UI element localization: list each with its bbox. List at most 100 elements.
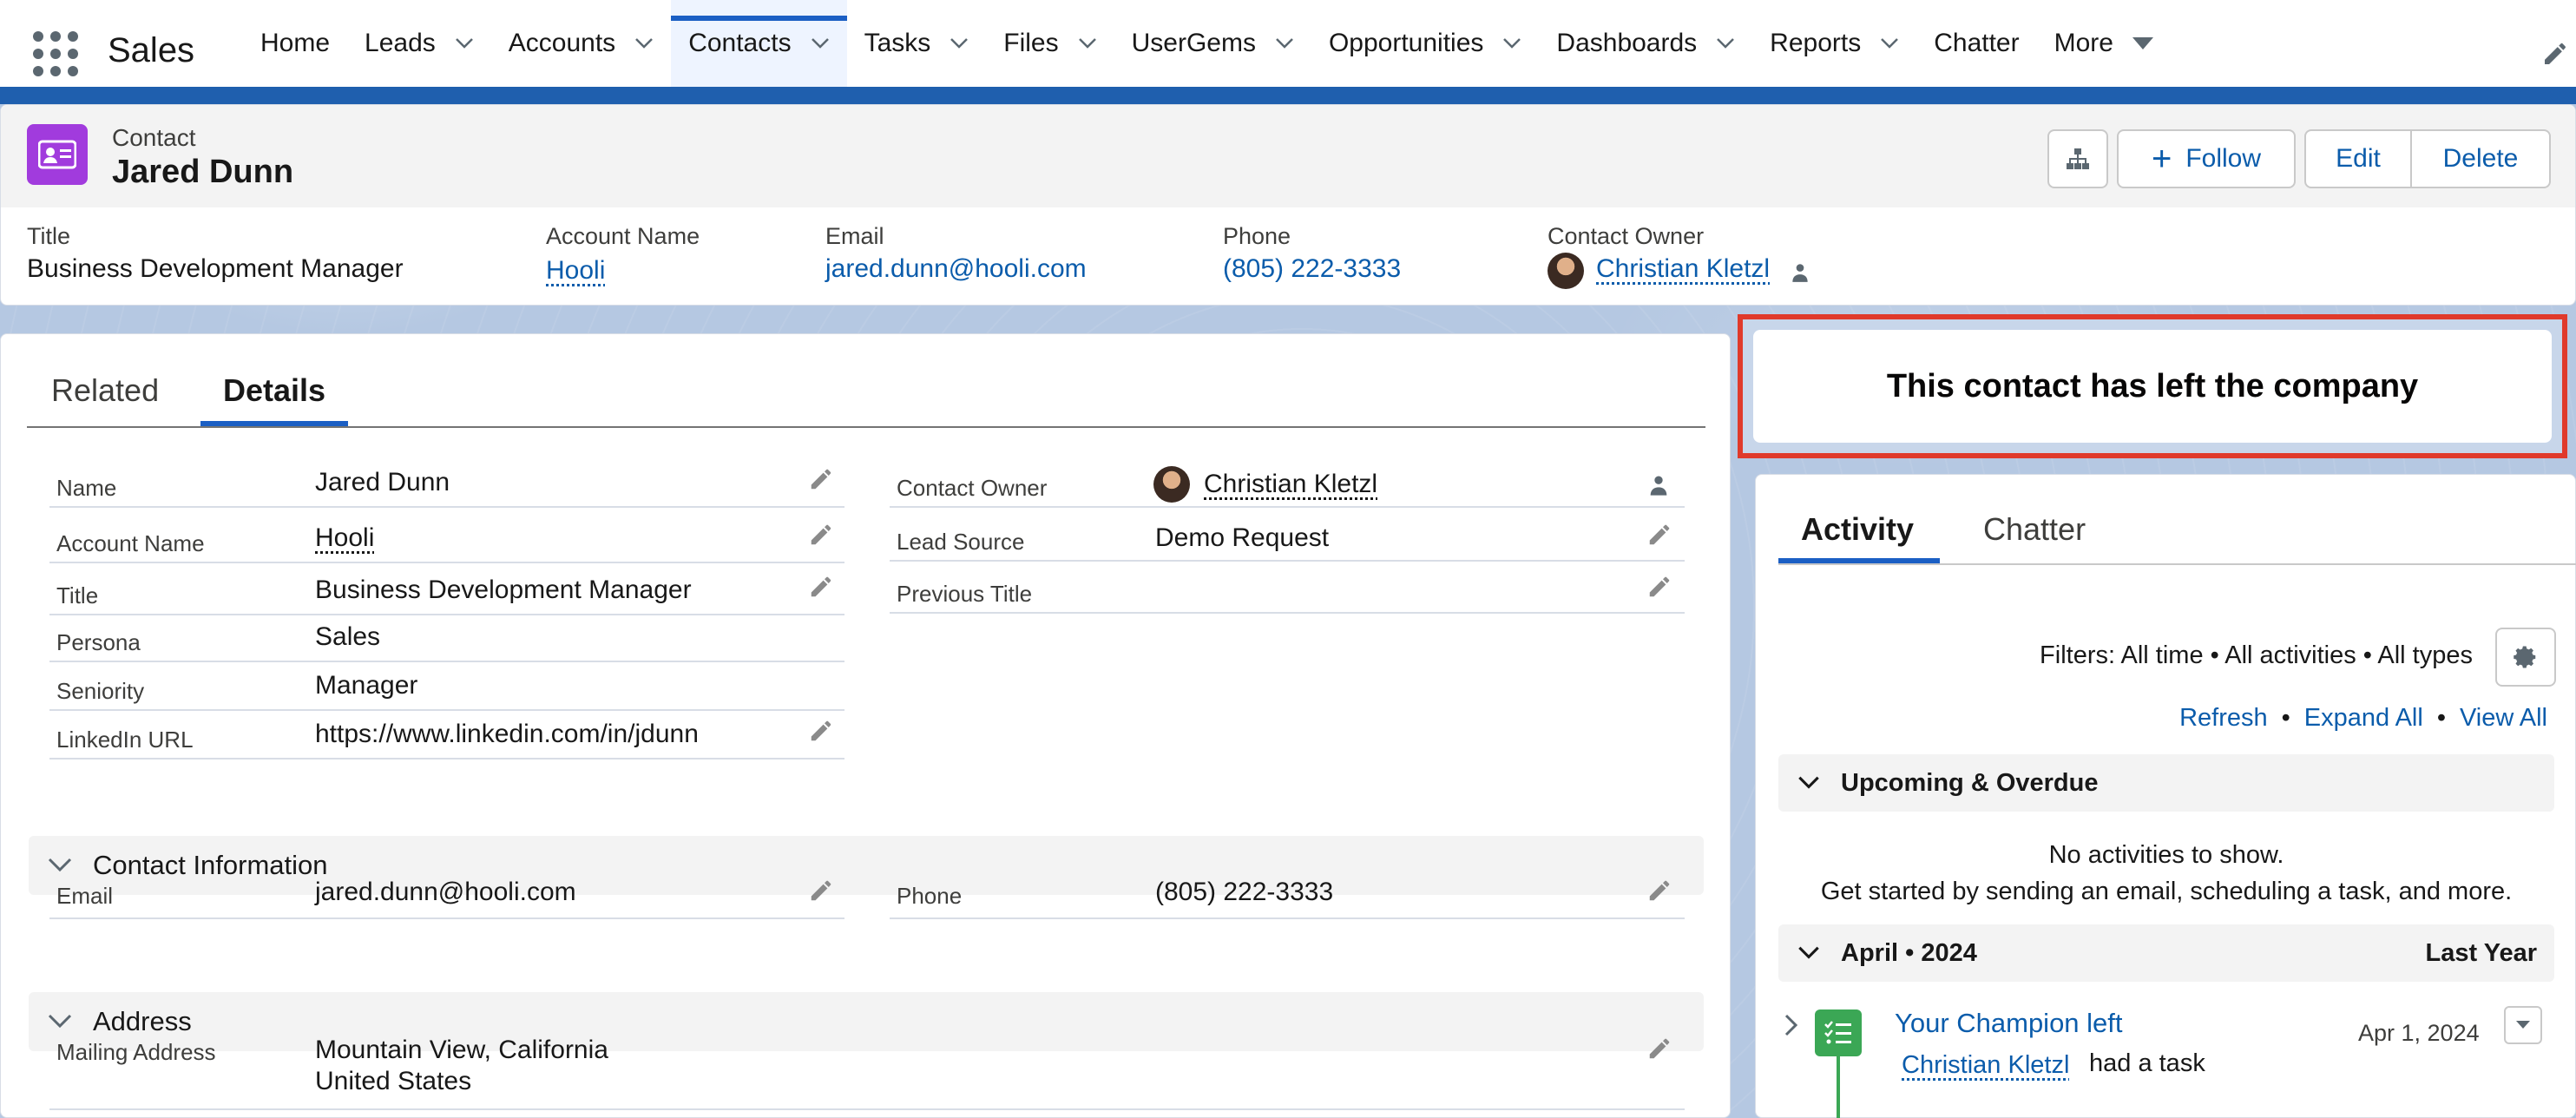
- caret-down-icon[interactable]: [2132, 37, 2153, 49]
- edit-lead-source-icon[interactable]: [1646, 522, 1672, 548]
- mailing-address-line1[interactable]: Mountain View, California: [315, 1036, 608, 1065]
- nav-tab-chatter[interactable]: Chatter: [1916, 0, 2036, 87]
- refresh-link[interactable]: Refresh: [2179, 704, 2268, 732]
- edit-previous-title-icon[interactable]: [1646, 574, 1672, 600]
- nav-tab-dashboards[interactable]: Dashboards: [1539, 0, 1752, 87]
- tab-divider: [27, 426, 1705, 428]
- edit-title-icon[interactable]: [808, 574, 834, 600]
- activity-links: Refresh • Expand All • View All: [2179, 704, 2547, 732]
- field-label-mailing-address: Mailing Address: [56, 1039, 216, 1065]
- nav-tab-more[interactable]: More: [2037, 0, 2171, 87]
- hierarchy-button[interactable]: [2047, 129, 2108, 188]
- field-value-title: Business Development Manager: [315, 575, 692, 604]
- field-value-email[interactable]: jared.dunn@hooli.com: [315, 878, 576, 907]
- header-owner-label: Contact Owner: [1548, 223, 1705, 249]
- follow-button[interactable]: + Follow: [2117, 129, 2296, 188]
- chevron-down-icon[interactable]: [1502, 34, 1521, 53]
- delete-button[interactable]: Delete: [2410, 129, 2551, 188]
- nav-tab-contacts[interactable]: Contacts: [671, 0, 847, 87]
- section-upcoming-overdue[interactable]: Upcoming & Overdue: [1778, 754, 2554, 812]
- tab-chatter[interactable]: Chatter: [1983, 511, 2086, 548]
- chevron-down-icon: [48, 1014, 72, 1029]
- activity-item-menu-button[interactable]: [2504, 1006, 2542, 1044]
- nav-tab-opportunities[interactable]: Opportunities: [1311, 0, 1539, 87]
- edit-address-icon[interactable]: [1646, 1036, 1672, 1062]
- tab-activity[interactable]: Activity: [1801, 511, 1914, 548]
- activity-item-title[interactable]: Your Champion left: [1895, 1008, 2123, 1039]
- row-divider: [49, 1108, 1685, 1110]
- field-label-previous-title: Previous Title: [897, 581, 1033, 607]
- edit-linkedin-url-icon[interactable]: [808, 718, 834, 744]
- field-value-seniority: Manager: [315, 671, 418, 700]
- nav-accent-strip: [0, 87, 2576, 104]
- view-all-link[interactable]: View All: [2460, 704, 2547, 732]
- section-april-2024[interactable]: April • 2024 Last Year: [1778, 924, 2554, 982]
- section-contact-information[interactable]: Contact Information: [29, 836, 1704, 895]
- tab-details[interactable]: Details: [223, 372, 325, 409]
- chevron-down-icon: [1798, 946, 1819, 959]
- chevron-down-icon[interactable]: [1275, 34, 1294, 53]
- header-phone-link[interactable]: (805) 222-3333: [1223, 254, 1401, 284]
- no-activities-text: No activities to show.: [2048, 841, 2284, 869]
- header-title-label: Title: [27, 223, 71, 249]
- row-divider: [49, 758, 844, 760]
- nav-tab-leads[interactable]: Leads: [347, 0, 491, 87]
- mailing-address-line2[interactable]: United States: [315, 1067, 471, 1096]
- get-started-text: Get started by sending an email, schedul…: [1820, 878, 2513, 905]
- field-value-contact-owner[interactable]: Christian Kletzl: [1204, 470, 1377, 499]
- tab-related[interactable]: Related: [51, 372, 159, 409]
- chevron-down-icon: [48, 858, 72, 872]
- banner-text: This contact has left the company: [1753, 330, 2552, 443]
- row-divider: [49, 614, 844, 615]
- header-email-label: Email: [825, 223, 884, 249]
- nav-tab-tasks[interactable]: Tasks: [847, 0, 987, 87]
- nav-tab-usergems[interactable]: UserGems: [1114, 0, 1311, 87]
- activity-panel: Activity Chatter Filters: All time • All…: [1755, 474, 2576, 1118]
- field-label-persona: Persona: [56, 629, 141, 655]
- edit-nav-icon[interactable]: [2541, 40, 2569, 68]
- task-icon: [1815, 1009, 1862, 1056]
- filter-settings-button[interactable]: [2495, 628, 2556, 687]
- header-account-link[interactable]: Hooli: [546, 256, 605, 286]
- global-navigation: Sales Home Leads Accounts Contacts Tasks File…: [0, 0, 2576, 87]
- gear-icon: [2514, 646, 2536, 668]
- chevron-down-icon[interactable]: [634, 34, 654, 53]
- nav-tab-accounts[interactable]: Accounts: [491, 0, 671, 87]
- field-label-name: Name: [56, 475, 117, 501]
- header-email-link[interactable]: jared.dunn@hooli.com: [825, 254, 1087, 284]
- chevron-down-icon[interactable]: [811, 34, 830, 53]
- row-divider: [49, 506, 844, 508]
- header-owner-link[interactable]: Christian Kletzl: [1596, 254, 1770, 284]
- field-value-name: Jared Dunn: [315, 468, 450, 497]
- section-address[interactable]: Address: [29, 992, 1704, 1051]
- chevron-down-icon[interactable]: [455, 34, 474, 53]
- change-owner-icon[interactable]: [1646, 473, 1671, 497]
- nav-tab-files[interactable]: Files: [986, 0, 1114, 87]
- field-value-linkedin-url[interactable]: https://www.linkedin.com/in/jdunn: [315, 720, 699, 749]
- nav-tab-reports[interactable]: Reports: [1752, 0, 1916, 87]
- edit-name-icon[interactable]: [808, 466, 834, 492]
- activity-item-date: Apr 1, 2024: [2358, 1020, 2480, 1046]
- row-divider: [49, 709, 844, 711]
- expand-all-link[interactable]: Expand All: [2304, 704, 2423, 732]
- chevron-right-icon[interactable]: [1784, 1013, 1799, 1037]
- nav-tab-home[interactable]: Home: [243, 0, 347, 87]
- chevron-down-icon[interactable]: [1716, 34, 1735, 53]
- app-launcher-icon[interactable]: [33, 31, 78, 76]
- activity-actor-link[interactable]: Christian Kletzl: [1902, 1051, 2069, 1080]
- chevron-down-icon[interactable]: [1880, 34, 1899, 53]
- nav-tabs: Home Leads Accounts Contacts Tasks Files UserG…: [243, 0, 2171, 87]
- field-value-phone[interactable]: (805) 222-3333: [1155, 878, 1333, 907]
- edit-account-name-icon[interactable]: [808, 522, 834, 548]
- field-label-linkedin-url: LinkedIn URL: [56, 727, 194, 753]
- chevron-down-icon[interactable]: [1078, 34, 1097, 53]
- contact-record-icon: [27, 124, 88, 185]
- field-value-account-name[interactable]: Hooli: [315, 523, 374, 553]
- edit-button[interactable]: Edit: [2304, 129, 2412, 188]
- edit-phone-icon[interactable]: [1646, 878, 1672, 904]
- record-title: Jared Dunn: [112, 154, 294, 190]
- change-owner-icon[interactable]: [1789, 261, 1811, 284]
- edit-email-icon[interactable]: [808, 878, 834, 904]
- chevron-down-icon[interactable]: [950, 34, 969, 53]
- chevron-down-icon: [1798, 776, 1819, 789]
